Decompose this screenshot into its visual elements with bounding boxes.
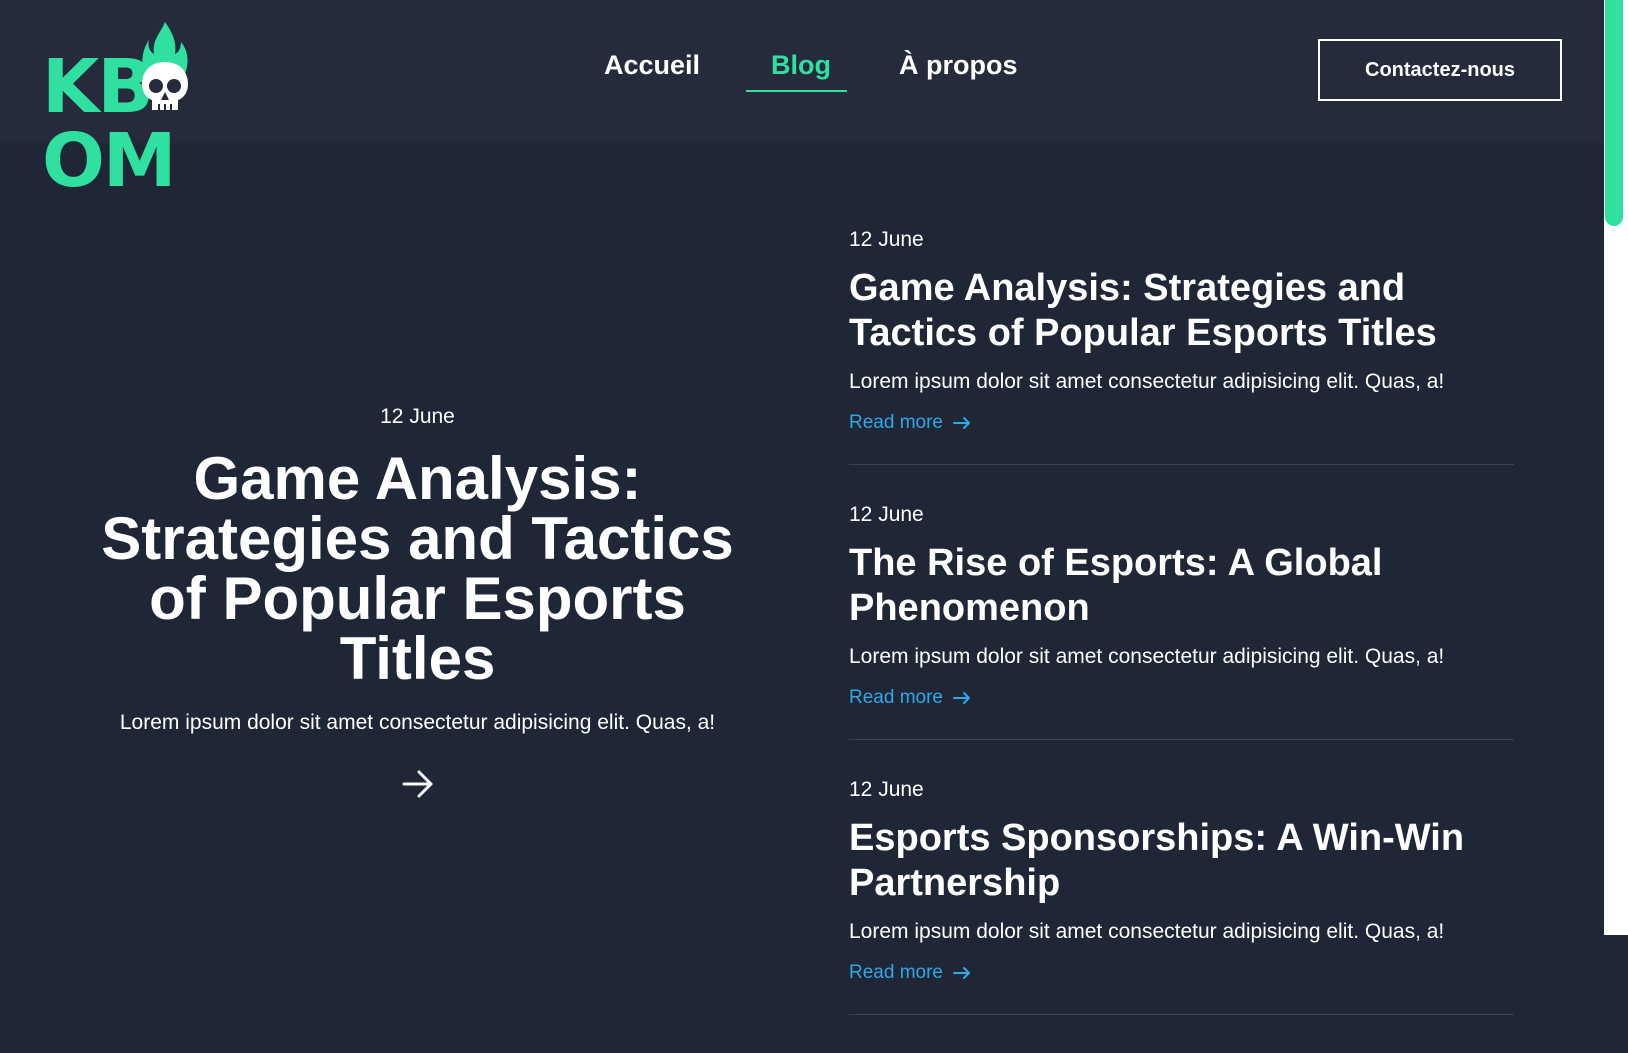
- post-list: 12 June Game Analysis: Strategies and Ta…: [849, 228, 1514, 1053]
- read-more-link[interactable]: Read more: [849, 687, 971, 709]
- post-date: 12 June: [849, 503, 924, 526]
- post-excerpt: Lorem ipsum dolor sit amet consectetur a…: [849, 370, 1445, 393]
- scrollbar-thumb[interactable]: [1605, 0, 1623, 226]
- list-item: 12 June Game Analysis: Strategies and Ta…: [849, 228, 1514, 465]
- nav-item-blog[interactable]: Blog: [771, 50, 831, 81]
- site-header: KBOM Accueil Blog À propos Contactez-nou…: [0, 0, 1604, 198]
- read-more-label: Read more: [849, 962, 943, 983]
- arrow-right-icon: [953, 692, 970, 704]
- contact-button[interactable]: Contactez-nous: [1318, 39, 1562, 101]
- post-date: 12 June: [849, 228, 924, 251]
- post-excerpt: Lorem ipsum dolor sit amet consectetur a…: [849, 920, 1445, 943]
- featured-title[interactable]: Game Analysis: Strategies and Tactics of…: [90, 449, 745, 689]
- skull-flame-icon: [142, 22, 188, 110]
- read-more-link[interactable]: Read more: [849, 412, 971, 434]
- nav-item-a-propos[interactable]: À propos: [899, 50, 1018, 81]
- nav-item-accueil[interactable]: Accueil: [604, 50, 700, 81]
- list-item: 12 June The Rise of Esports: A Global Ph…: [849, 503, 1514, 740]
- post-excerpt: Lorem ipsum dolor sit amet consectetur a…: [849, 645, 1445, 668]
- post-title[interactable]: Esports Sponsorships: A Win-Win Partners…: [849, 816, 1514, 906]
- arrow-right-icon: [953, 967, 970, 979]
- featured-post: 12 June Game Analysis: Strategies and Ta…: [90, 405, 745, 804]
- post-title[interactable]: The Rise of Esports: A Global Phenomenon: [849, 541, 1514, 631]
- read-more-link[interactable]: Read more: [849, 962, 971, 984]
- brand-logo[interactable]: KBOM: [42, 20, 302, 198]
- post-date: 12 June: [849, 778, 924, 801]
- arrow-right-icon: [953, 417, 970, 429]
- featured-date: 12 June: [380, 405, 455, 428]
- featured-excerpt: Lorem ipsum dolor sit amet consectetur a…: [119, 711, 716, 734]
- read-more-label: Read more: [849, 412, 943, 433]
- post-title[interactable]: Game Analysis: Strategies and Tactics of…: [849, 266, 1514, 356]
- active-nav-underline: [746, 90, 847, 92]
- read-more-label: Read more: [849, 687, 943, 708]
- list-item: 12 June Esports Sponsorships: A Win-Win …: [849, 778, 1514, 1015]
- arrow-right-icon[interactable]: [401, 769, 435, 799]
